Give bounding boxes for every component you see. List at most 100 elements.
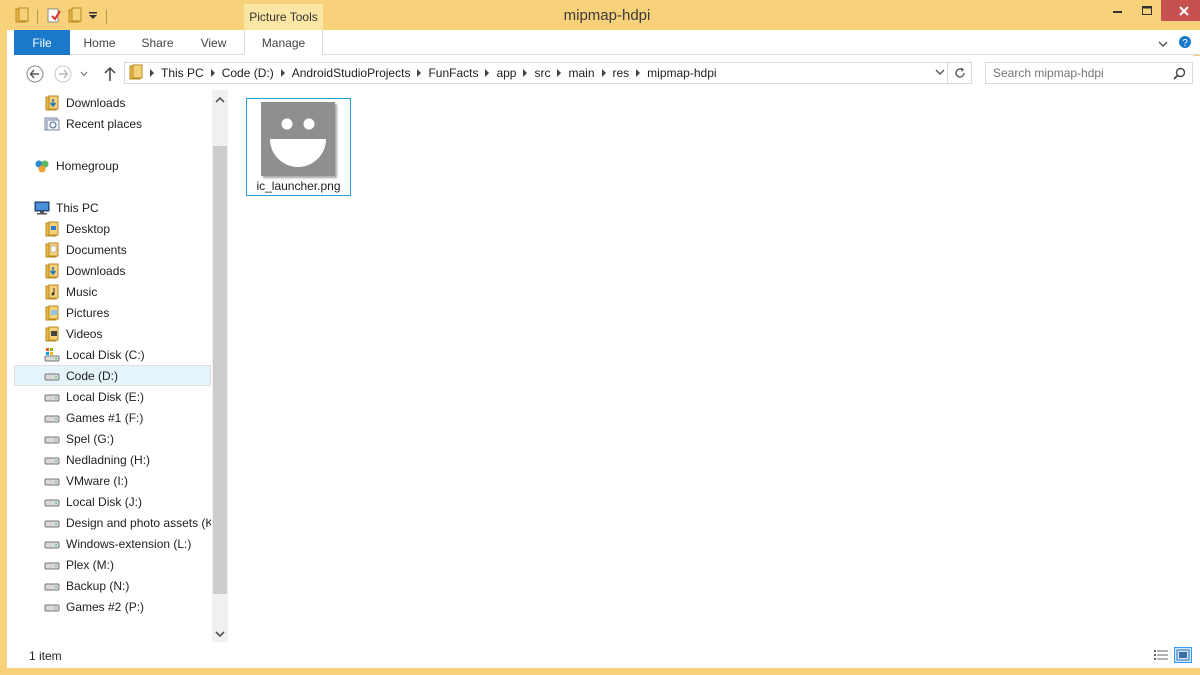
tab-manage[interactable]: Manage (244, 30, 323, 55)
chevron-right-icon[interactable] (482, 69, 492, 77)
nav-item-windows-extension-l[interactable]: Windows-extension (L:) (14, 533, 211, 554)
nav-item-local-disk-e[interactable]: Local Disk (E:) (14, 386, 211, 407)
breadcrumb-item[interactable]: src (530, 66, 554, 80)
help-button[interactable]: ? (1178, 35, 1192, 52)
forward-button[interactable] (53, 64, 73, 84)
nav-item-this-pc[interactable]: This PC (14, 197, 211, 218)
tab-file[interactable]: File (14, 30, 70, 55)
nav-item-documents[interactable]: Documents (14, 239, 211, 260)
folder-icon (44, 284, 60, 300)
nav-item-games-2-p[interactable]: Games #2 (P:) (14, 596, 211, 617)
nav-item-label: Local Disk (E:) (66, 389, 145, 404)
drive-icon (44, 578, 60, 594)
chevron-right-icon[interactable] (633, 69, 643, 77)
nav-pane-scrollbar[interactable] (212, 90, 228, 642)
scroll-up-button[interactable] (212, 92, 228, 108)
refresh-icon (954, 67, 965, 78)
chevron-up-icon (215, 96, 225, 103)
nav-item-homegroup[interactable]: Homegroup (14, 155, 211, 176)
nav-item-videos[interactable]: Videos (14, 323, 211, 344)
search-box[interactable] (985, 62, 1193, 84)
chevron-right-icon[interactable] (278, 69, 288, 77)
scroll-thumb[interactable] (213, 146, 227, 594)
expand-ribbon-button[interactable] (1158, 37, 1168, 51)
nav-item-code-d[interactable]: Code (D:) (14, 365, 211, 386)
back-button[interactable] (25, 64, 45, 84)
nav-item-label: Games #1 (F:) (66, 410, 144, 425)
large-icons-view-button[interactable] (1174, 647, 1192, 663)
navigation-pane: Downloads Recent places Homegroup This P… (14, 90, 228, 642)
nav-item-label: Local Disk (C:) (66, 347, 145, 362)
chevron-right-icon[interactable] (414, 69, 424, 77)
downloads-folder-icon (44, 95, 60, 111)
recent-locations-button[interactable] (78, 64, 90, 84)
nav-item-spel-g[interactable]: Spel (G:) (14, 428, 211, 449)
nav-item-recent-places[interactable]: Recent places (14, 113, 211, 134)
breadcrumb-item[interactable]: res (609, 66, 634, 80)
nav-item-pictures[interactable]: Pictures (14, 302, 211, 323)
downloads-folder-icon (44, 263, 60, 279)
nav-item-local-disk-c[interactable]: Local Disk (C:) (14, 344, 211, 365)
nav-item-label: Code (D:) (66, 368, 119, 383)
nav-item-nedladning-h[interactable]: Nedladning (H:) (14, 449, 211, 470)
search-input[interactable] (986, 63, 1161, 83)
maximize-button[interactable] (1132, 0, 1161, 21)
nav-item-label: Downloads (66, 95, 126, 110)
chevron-right-icon[interactable] (520, 69, 530, 77)
title-bar: Picture Tools mipmap-hdpi (7, 0, 1200, 31)
nav-item-backup-n[interactable]: Backup (N:) (14, 575, 211, 596)
tab-view[interactable]: View (186, 30, 241, 55)
nav-item-label: Desktop (66, 221, 111, 236)
nav-item-label: Recent places (66, 116, 143, 131)
address-history-button[interactable] (935, 66, 945, 80)
up-arrow-icon (104, 66, 116, 81)
nav-item-downloads-favorite[interactable]: Downloads (14, 92, 211, 113)
search-icon[interactable] (1173, 67, 1186, 83)
breadcrumb-item[interactable]: This PC (157, 66, 208, 80)
back-arrow-icon (26, 65, 44, 83)
chevron-right-icon[interactable] (554, 69, 564, 77)
explorer-window: Picture Tools mipmap-hdpi File Home Shar… (0, 0, 1200, 675)
nav-item-label: Windows-extension (L:) (66, 536, 192, 551)
refresh-button[interactable] (947, 63, 971, 83)
nav-item-design-assets-k[interactable]: Design and photo assets (K: (14, 512, 211, 533)
details-view-button[interactable] (1152, 647, 1170, 663)
close-button[interactable] (1161, 0, 1200, 21)
chevron-right-icon[interactable] (599, 69, 609, 77)
file-list-area[interactable]: ic_launcher.png (228, 90, 1200, 642)
nav-item-games-1-f[interactable]: Games #1 (F:) (14, 407, 211, 428)
tab-share[interactable]: Share (129, 30, 186, 55)
drive-icon (44, 599, 60, 615)
breadcrumb-item[interactable]: main (564, 66, 598, 80)
file-item[interactable]: ic_launcher.png (246, 98, 351, 196)
drive-icon (44, 473, 60, 489)
scroll-down-button[interactable] (212, 626, 228, 642)
nav-item-local-disk-j[interactable]: Local Disk (J:) (14, 491, 211, 512)
chevron-right-icon[interactable] (147, 69, 157, 77)
system-drive-icon (44, 347, 60, 363)
folder-icon (44, 242, 60, 258)
nav-item-desktop[interactable]: Desktop (14, 218, 211, 239)
breadcrumb-item[interactable]: mipmap-hdpi (643, 66, 720, 80)
status-bar: 1 item (14, 642, 1200, 668)
tab-home[interactable]: Home (70, 30, 129, 55)
nav-item-vmware-i[interactable]: VMware (I:) (14, 470, 211, 491)
breadcrumb-item[interactable]: app (492, 66, 520, 80)
item-count: 1 item (29, 649, 62, 663)
nav-item-downloads[interactable]: Downloads (14, 260, 211, 281)
breadcrumb-item[interactable]: FunFacts (424, 66, 482, 80)
window-controls (1103, 0, 1200, 22)
breadcrumb-item[interactable]: AndroidStudioProjects (288, 66, 415, 80)
nav-item-music[interactable]: Music (14, 281, 211, 302)
up-button[interactable] (100, 64, 120, 84)
address-bar[interactable]: This PC Code (D:) AndroidStudioProjects … (124, 62, 972, 84)
minimize-button[interactable] (1103, 0, 1132, 21)
nav-item-plex-m[interactable]: Plex (M:) (14, 554, 211, 575)
folder-icon (129, 64, 143, 83)
chevron-right-icon[interactable] (208, 69, 218, 77)
drive-icon (44, 494, 60, 510)
nav-item-label: Games #2 (P:) (66, 599, 145, 614)
chevron-down-icon (80, 71, 88, 77)
breadcrumb-item[interactable]: Code (D:) (218, 66, 278, 80)
nav-item-label: Downloads (66, 263, 126, 278)
